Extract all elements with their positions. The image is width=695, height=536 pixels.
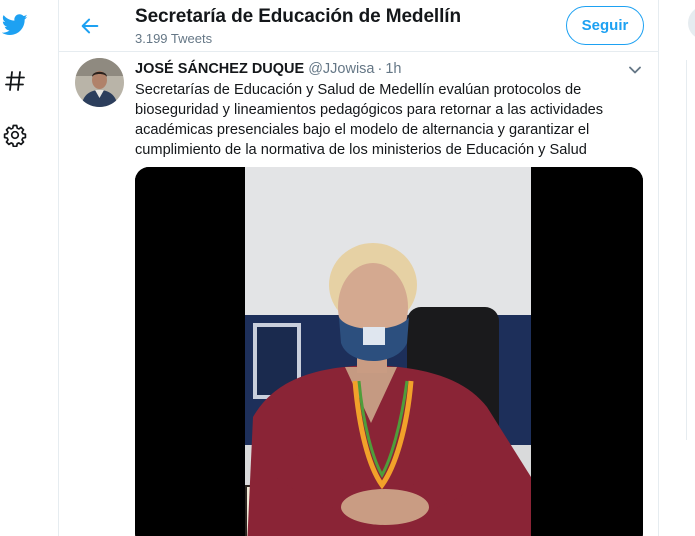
tweet[interactable]: JOSÉ SÁNCHEZ DUQUE @JJowisa · 1h Secretaría… bbox=[59, 52, 658, 536]
hashtag-icon[interactable] bbox=[2, 68, 28, 94]
main-column: Secretaría de Educación de Medellín 3.19… bbox=[58, 0, 659, 536]
sidebar-divider bbox=[686, 60, 687, 440]
tweet-header: JOSÉ SÁNCHEZ DUQUE @JJowisa · 1h bbox=[135, 61, 401, 77]
page-title: Secretaría de Educación de Medellín bbox=[135, 6, 461, 27]
left-navigation bbox=[0, 0, 58, 536]
profile-header: Secretaría de Educación de Medellín 3.19… bbox=[59, 0, 658, 52]
back-button[interactable] bbox=[75, 11, 105, 41]
right-sidebar bbox=[660, 0, 695, 536]
gear-icon[interactable] bbox=[2, 122, 28, 148]
author-name[interactable]: JOSÉ SÁNCHEZ DUQUE bbox=[135, 61, 304, 77]
author-handle[interactable]: @JJowisa bbox=[308, 61, 374, 77]
follow-button[interactable]: Seguir bbox=[566, 6, 644, 45]
back-arrow-icon bbox=[81, 18, 99, 34]
tweet-count: 3.199 Tweets bbox=[135, 31, 213, 46]
video-frame bbox=[135, 167, 643, 536]
tweet-video[interactable] bbox=[135, 167, 643, 536]
chevron-down-icon bbox=[629, 66, 641, 74]
tweet-menu-button[interactable] bbox=[625, 60, 645, 80]
separator-dot: · bbox=[377, 61, 383, 77]
avatar[interactable] bbox=[75, 58, 124, 107]
tweet-text: Secretarías de Educación y Salud de Mede… bbox=[135, 82, 604, 158]
tweet-timestamp[interactable]: 1h bbox=[385, 61, 401, 77]
twitter-bird-icon[interactable] bbox=[2, 12, 28, 38]
